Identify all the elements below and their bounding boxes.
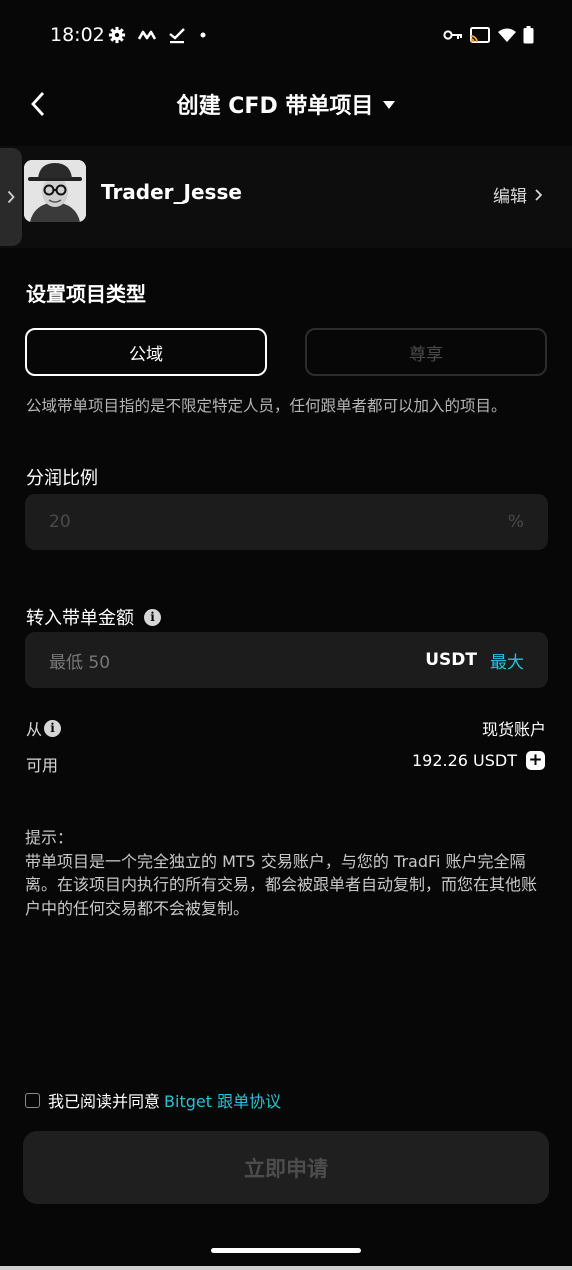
from-row: 从 i	[26, 716, 62, 740]
tips-title: 提示：	[25, 828, 74, 847]
agreement-link[interactable]: Bitget 跟单协议	[164, 1088, 281, 1112]
status-left-icons	[108, 22, 208, 48]
info-icon[interactable]: i	[144, 608, 161, 626]
edit-button[interactable]: 编辑	[493, 182, 542, 207]
profit-share-label: 分润比例	[26, 468, 98, 489]
transfer-amount-label: 转入带单金额	[26, 608, 134, 629]
add-funds-icon[interactable]: +	[526, 751, 545, 770]
page-title: 创建 CFD 带单项目	[176, 94, 374, 119]
submit-button[interactable]: 立即申请	[23, 1131, 549, 1204]
battery-icon	[523, 26, 534, 44]
currency-label: USDT	[425, 650, 477, 670]
agreement-checkbox[interactable]	[25, 1092, 40, 1108]
page-title-dropdown[interactable]: 创建 CFD 带单项目	[0, 88, 572, 120]
edit-label: 编辑	[493, 187, 527, 207]
project-type-description: 公域带单项目指的是不限定特定人员，任何跟单者都可以加入的项目。	[26, 397, 507, 415]
profit-share-input[interactable]: 20 %	[25, 494, 548, 550]
available-value-row: 192.26 USDT +	[412, 751, 545, 770]
status-time: 18:02	[50, 24, 105, 46]
info-icon[interactable]: i	[44, 719, 62, 737]
tips-block: 提示： 带单项目是一个完全独立的 MT5 交易账户，与您的 TradFi 账户完…	[25, 826, 550, 920]
transfer-amount-input[interactable]: 最低 50 USDT 最大	[25, 632, 548, 688]
download-done-icon	[169, 28, 185, 44]
amount-placeholder: 最低 50	[49, 652, 111, 673]
cast-icon	[470, 27, 490, 43]
avatar	[24, 160, 86, 222]
side-drawer-tab[interactable]	[0, 148, 22, 246]
from-account-value[interactable]: 现货账户	[482, 716, 546, 740]
profit-share-placeholder: 20	[49, 512, 71, 532]
type-exclusive-button[interactable]: 尊享	[305, 328, 547, 376]
tips-body: 带单项目是一个完全独立的 MT5 交易账户，与您的 TradFi 账户完全隔离。…	[25, 851, 538, 918]
caret-down-icon	[383, 101, 396, 109]
bottom-edge	[0, 1266, 572, 1270]
chevron-right-icon	[535, 188, 542, 201]
project-type-title: 设置项目类型	[26, 282, 146, 306]
notification-dot-icon	[200, 32, 206, 38]
agreement-text: 我已阅读并同意	[48, 1092, 161, 1111]
agreement-row: 我已阅读并同意 Bitget 跟单协议	[25, 1088, 281, 1112]
type-public-button[interactable]: 公域	[25, 328, 267, 376]
home-indicator[interactable]	[211, 1248, 361, 1253]
max-button[interactable]: 最大	[490, 648, 524, 673]
available-value: 192.26 USDT	[411, 751, 517, 770]
bitget-logo-icon	[138, 30, 156, 40]
percent-unit: %	[507, 512, 524, 532]
username: Trader_Jesse	[101, 180, 242, 204]
vpn-key-icon	[443, 30, 462, 40]
amount-suffix: USDT 最大	[425, 648, 524, 673]
chevron-right-icon	[7, 190, 15, 204]
available-label: 可用	[26, 756, 59, 775]
status-right-icons	[443, 22, 534, 48]
settings-icon	[108, 26, 126, 44]
wifi-icon	[498, 28, 516, 42]
transfer-amount-label-row: 转入带单金额 i	[26, 604, 161, 630]
from-label: 从	[26, 720, 43, 739]
